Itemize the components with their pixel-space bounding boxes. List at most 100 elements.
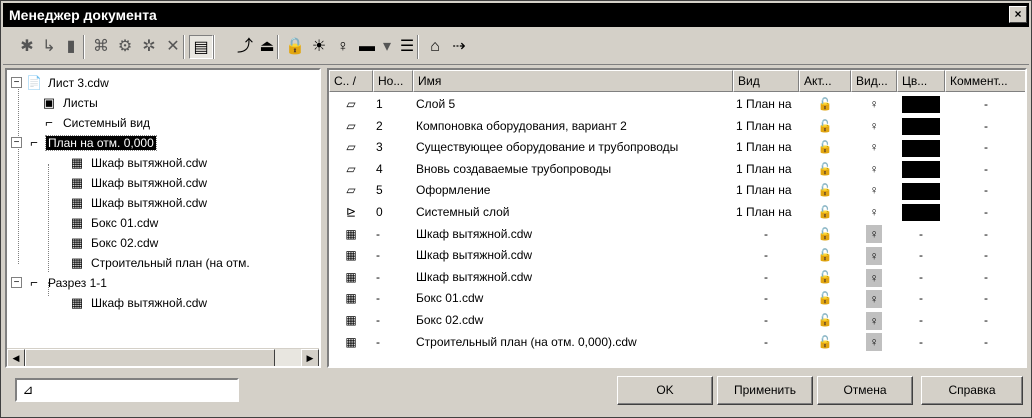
- scroll-right-icon[interactable]: ▶: [301, 349, 319, 366]
- apply-button[interactable]: Применить: [717, 376, 813, 405]
- table-row[interactable]: ⏥ 5 Оформление 1 План на 🔓 ♀ -: [329, 180, 1025, 201]
- tree-node-root[interactable]: − 📄 Лист 3.cdw: [11, 72, 111, 92]
- active-lock-icon[interactable]: 🔓: [799, 224, 851, 245]
- layer-name[interactable]: Шкаф вытяжной.cdw: [413, 245, 733, 266]
- layer-color[interactable]: [897, 180, 945, 201]
- visibility-bulb-icon[interactable]: ♀: [851, 202, 897, 223]
- help-button[interactable]: Справка: [921, 376, 1023, 405]
- visibility-bulb-icon[interactable]: ♀: [851, 332, 897, 353]
- light-on-icon[interactable]: ☀: [307, 35, 331, 59]
- visibility-bulb-icon[interactable]: ♀: [851, 94, 897, 115]
- tree-node-fragment[interactable]: ▦ Строительный план (на отм.: [69, 252, 252, 272]
- visibility-bulb-icon[interactable]: ♀: [851, 116, 897, 137]
- column-header[interactable]: Вид...: [851, 70, 897, 92]
- table-row[interactable]: ⏥ 4 Вновь создаваемые трубопроводы 1 План н…: [329, 159, 1025, 180]
- active-lock-icon[interactable]: 🔓: [799, 116, 851, 137]
- tree-node-plan-view[interactable]: − ⌐ План на отм. 0,000: [11, 132, 157, 152]
- layer-color[interactable]: [897, 116, 945, 137]
- tree-node-system-view[interactable]: ⌐ Системный вид: [41, 112, 152, 132]
- ok-button[interactable]: OK: [617, 376, 713, 405]
- table-row[interactable]: ⊵ 0 Системный слой 1 План на 🔓 ♀ -: [329, 202, 1025, 223]
- light-off-icon[interactable]: ♀: [331, 35, 355, 59]
- column-header[interactable]: Вид: [733, 70, 799, 92]
- active-lock-icon[interactable]: 🔓: [799, 245, 851, 266]
- column-header[interactable]: Акт...: [799, 70, 851, 92]
- table-row[interactable]: ▦ - Бокс 02.cdw - 🔓 ♀ - -: [329, 310, 1025, 331]
- tree-node-fragment[interactable]: ▦ Бокс 01.cdw: [69, 212, 160, 232]
- new-layer-icon[interactable]: ▮: [59, 35, 83, 59]
- column-header[interactable]: Коммент...: [945, 70, 1025, 92]
- tree-node-fragment[interactable]: ▦ Бокс 02.cdw: [69, 232, 160, 252]
- column-header[interactable]: Имя: [413, 70, 733, 92]
- tree-node-fragment[interactable]: ▦ Шкаф вытяжной.cdw: [69, 152, 209, 172]
- active-lock-icon[interactable]: 🔓: [799, 159, 851, 180]
- column-header[interactable]: Цв...: [897, 70, 945, 92]
- visibility-bulb-icon[interactable]: ♀: [851, 267, 897, 288]
- horizontal-scrollbar[interactable]: ◀ ▶: [7, 348, 319, 366]
- zoom-icon[interactable]: ⤴: [233, 35, 257, 59]
- scroll-thumb[interactable]: [25, 349, 275, 366]
- visibility-bulb-icon[interactable]: ♀: [851, 310, 897, 331]
- visibility-bulb-icon[interactable]: ♀: [851, 159, 897, 180]
- collapse-toggle-icon[interactable]: −: [11, 137, 22, 149]
- filter-input[interactable]: [37, 381, 235, 399]
- tree-node-sheets[interactable]: ▣ Листы: [41, 92, 100, 112]
- import-icon[interactable]: ⇢: [447, 35, 471, 59]
- active-lock-icon[interactable]: 🔓: [799, 202, 851, 223]
- insert-view-icon[interactable]: ⚙: [113, 35, 137, 59]
- table-row[interactable]: ▦ - Шкаф вытяжной.cdw - 🔓 ♀ - -: [329, 267, 1025, 288]
- close-button[interactable]: ×: [1009, 6, 1027, 23]
- cancel-button[interactable]: Отмена: [817, 376, 913, 405]
- active-lock-icon[interactable]: 🔓: [799, 332, 851, 353]
- visibility-bulb-icon[interactable]: ♀: [851, 180, 897, 201]
- table-row[interactable]: ▦ - Шкаф вытяжной.cdw - 🔓 ♀ - -: [329, 245, 1025, 266]
- export-icon[interactable]: ⌂: [423, 35, 447, 59]
- visibility-bulb-icon[interactable]: ♀: [851, 137, 897, 158]
- table-row[interactable]: ⏥ 3 Существующее оборудование и трубопрово…: [329, 137, 1025, 158]
- layer-props-icon[interactable]: ⏏: [255, 35, 279, 59]
- active-lock-icon[interactable]: 🔓: [799, 180, 851, 201]
- visibility-bulb-icon[interactable]: ♀: [851, 224, 897, 245]
- style-icon[interactable]: ☰: [395, 35, 419, 59]
- layer-list-icon[interactable]: ▤: [189, 35, 213, 59]
- layer-name[interactable]: Оформление: [413, 180, 733, 201]
- visibility-bulb-icon[interactable]: ♀: [851, 245, 897, 266]
- layer-name[interactable]: Системный слой: [413, 202, 733, 223]
- layer-color[interactable]: [897, 137, 945, 158]
- layer-color[interactable]: [897, 202, 945, 223]
- tree-node-fragment[interactable]: ▦ Шкаф вытяжной.cdw: [69, 292, 209, 312]
- table-row[interactable]: ▦ - Бокс 01.cdw - 🔓 ♀ - -: [329, 288, 1025, 309]
- filter-field[interactable]: ⊿: [15, 378, 239, 402]
- table-row[interactable]: ⏥ 2 Компоновка оборудования, вариант 21 Пл…: [329, 116, 1025, 137]
- layer-color[interactable]: [897, 94, 945, 115]
- tree-node-section[interactable]: − ⌐ Разрез 1-1: [11, 272, 109, 292]
- layer-name[interactable]: Бокс 02.cdw: [413, 310, 733, 331]
- lock-icon[interactable]: 🔒: [283, 35, 307, 59]
- tree-node-fragment[interactable]: ▦ Шкаф вытяжной.cdw: [69, 192, 209, 212]
- new-sheet-icon[interactable]: ✱: [15, 35, 39, 59]
- layer-name[interactable]: Шкаф вытяжной.cdw: [413, 224, 733, 245]
- collapse-toggle-icon[interactable]: −: [11, 77, 22, 89]
- collapse-toggle-icon[interactable]: −: [11, 277, 22, 289]
- layer-name[interactable]: Бокс 01.cdw: [413, 288, 733, 309]
- scroll-left-icon[interactable]: ◀: [7, 349, 25, 366]
- layer-name[interactable]: Существующее оборудование и трубопроводы: [413, 137, 733, 158]
- visibility-bulb-icon[interactable]: ♀: [851, 288, 897, 309]
- insert-fragment-icon[interactable]: ⌘: [89, 35, 113, 59]
- active-lock-icon[interactable]: 🔓: [799, 267, 851, 288]
- active-lock-icon[interactable]: 🔓: [799, 137, 851, 158]
- layer-name[interactable]: Слой 5: [413, 94, 733, 115]
- layer-name[interactable]: Компоновка оборудования, вариант 2: [413, 116, 733, 137]
- column-header[interactable]: Но...: [373, 70, 413, 92]
- layer-name[interactable]: Вновь создаваемые трубопроводы: [413, 159, 733, 180]
- layer-name[interactable]: Строительный план (на отм. 0,000).cdw: [413, 332, 733, 353]
- active-lock-icon[interactable]: 🔓: [799, 310, 851, 331]
- properties-icon[interactable]: ✲: [137, 35, 161, 59]
- layer-name[interactable]: Шкаф вытяжной.cdw: [413, 267, 733, 288]
- active-lock-icon[interactable]: 🔓: [799, 94, 851, 115]
- column-header[interactable]: С.. /: [329, 70, 373, 92]
- table-row[interactable]: ⏥ 1 Слой 51 План на 🔓 ♀ -: [329, 94, 1025, 115]
- new-view-icon[interactable]: ↳: [37, 35, 61, 59]
- title-bar[interactable]: Менеджер документа ×: [3, 3, 1029, 27]
- tree-node-fragment[interactable]: ▦ Шкаф вытяжной.cdw: [69, 172, 209, 192]
